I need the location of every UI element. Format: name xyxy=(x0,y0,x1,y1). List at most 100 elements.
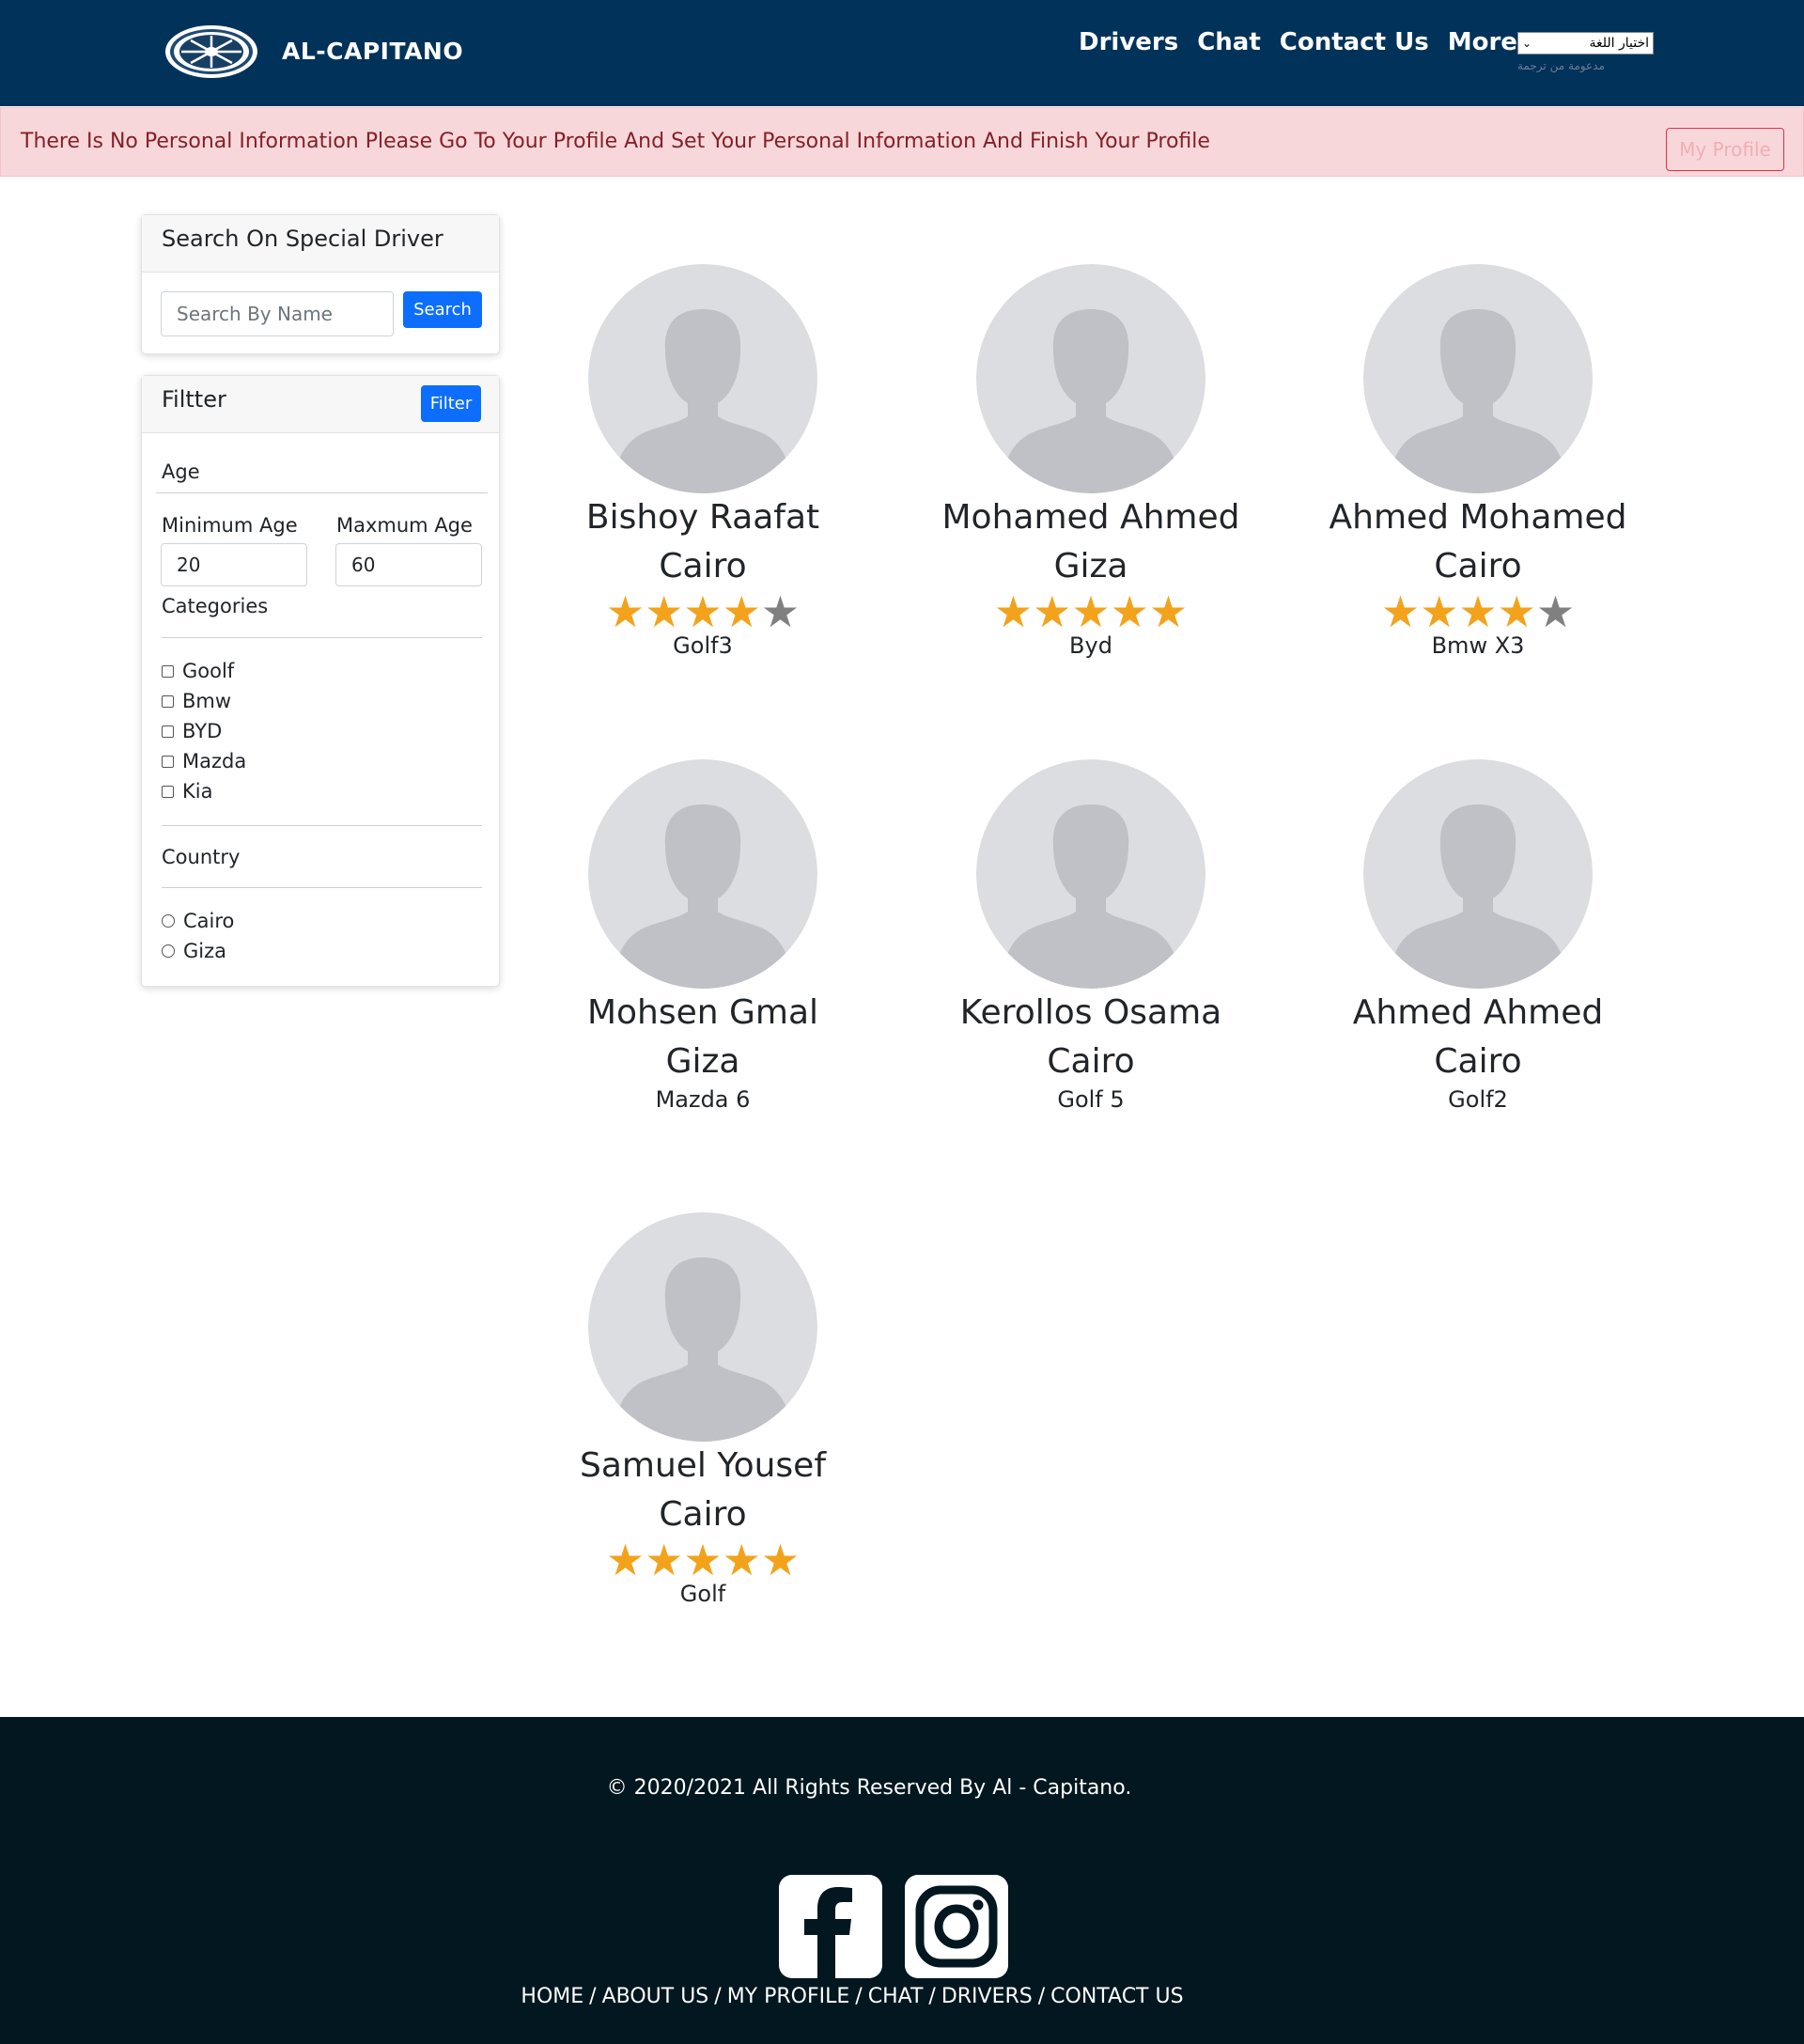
driver-name[interactable]: Mohsen Gmal xyxy=(534,989,872,1038)
radio[interactable] xyxy=(162,914,175,928)
driver-name[interactable]: Ahmed Mohamed xyxy=(1309,493,1647,542)
driver-card[interactable]: Samuel Yousef Cairo ★ ★ ★ ★ ★ Golf xyxy=(534,1212,872,1607)
brand-name[interactable]: AL-CAPITANO xyxy=(282,38,463,65)
driver-car: Bmw X3 xyxy=(1431,632,1525,659)
min-age-label: Minimum Age xyxy=(162,514,298,537)
facebook-icon[interactable] xyxy=(779,1875,882,1978)
country-cairo[interactable]: Cairo xyxy=(162,910,234,932)
driver-card[interactable]: Ahmed Ahmed Cairo Golf2 xyxy=(1309,759,1647,1113)
age-heading: Age xyxy=(162,460,200,483)
checkbox[interactable] xyxy=(162,725,174,738)
driver-city: Cairo xyxy=(659,547,747,585)
star-filled-icon: ★ xyxy=(1420,586,1459,637)
driver-city: Cairo xyxy=(659,1495,747,1534)
driver-card[interactable]: Kerollos Osama Cairo Golf 5 xyxy=(922,759,1260,1113)
language-powered-by: مدعومة من ترجمة xyxy=(1517,59,1605,72)
driver-name[interactable]: Bishoy Raafat xyxy=(534,493,872,542)
profile-alert: There Is No Personal Information Please … xyxy=(0,107,1804,177)
category-byd[interactable]: BYD xyxy=(162,720,222,742)
driver-card[interactable]: Mohamed Ahmed Giza ★ ★ ★ ★ ★ Byd xyxy=(922,264,1260,659)
filter-card: Filtter Filter Age Minimum Age Maxmum Ag… xyxy=(141,375,500,987)
avatar-placeholder-icon[interactable] xyxy=(588,759,817,989)
star-filled-icon: ★ xyxy=(1380,586,1421,637)
footer-link-drivers[interactable]: DRIVERS xyxy=(941,1985,1033,2008)
brand-logo-icon[interactable] xyxy=(163,23,259,80)
avatar-placeholder-icon[interactable] xyxy=(588,264,817,493)
driver-city: Cairo xyxy=(1434,1042,1522,1081)
navbar: AL-CAPITANO Drivers Chat Contact Us More… xyxy=(0,0,1804,106)
driver-name[interactable]: Ahmed Ahmed xyxy=(1309,989,1647,1038)
search-input[interactable] xyxy=(161,291,394,336)
footer-link-my-profile[interactable]: MY PROFILE xyxy=(727,1985,850,2008)
instagram-icon[interactable] xyxy=(905,1875,1008,1978)
category-kia[interactable]: Kia xyxy=(162,780,212,803)
star-filled-icon: ★ xyxy=(683,1535,723,1585)
search-button[interactable]: Search xyxy=(403,291,482,328)
separator: / xyxy=(714,1985,722,2008)
star-filled-icon: ★ xyxy=(645,586,684,637)
category-label: BYD xyxy=(182,720,223,742)
driver-name[interactable]: Kerollos Osama xyxy=(922,989,1260,1038)
driver-card[interactable]: Bishoy Raafat Cairo ★ ★ ★ ★ ★ Golf3 xyxy=(534,264,872,659)
driver-card[interactable]: Mohsen Gmal Giza Mazda 6 xyxy=(534,759,872,1113)
language-select[interactable]: اختيار اللغة ⌄ xyxy=(1517,32,1654,55)
driver-city: Giza xyxy=(665,1042,740,1081)
star-filled-icon: ★ xyxy=(1497,586,1536,637)
footer-link-contact[interactable]: CONTACT US xyxy=(1050,1985,1183,2008)
nav-drivers[interactable]: Drivers xyxy=(1079,28,1178,56)
footer-link-home[interactable]: HOME xyxy=(521,1985,583,2008)
alert-message: There Is No Personal Information Please … xyxy=(21,130,1210,153)
driver-rating: ★ ★ ★ ★ ★ xyxy=(922,586,1260,637)
country-divider xyxy=(162,887,482,888)
driver-name[interactable]: Mohamed Ahmed xyxy=(922,493,1260,542)
radio[interactable] xyxy=(162,944,175,958)
star-filled-icon: ★ xyxy=(722,586,761,637)
category-label: Goolf xyxy=(182,660,235,682)
separator: / xyxy=(928,1985,936,2008)
categories-divider xyxy=(162,637,482,638)
footer-link-about[interactable]: ABOUT US xyxy=(602,1985,709,2008)
max-age-label: Maxmum Age xyxy=(336,514,473,537)
category-bmw[interactable]: Bmw xyxy=(162,690,231,712)
star-empty-icon: ★ xyxy=(1535,586,1576,637)
checkbox[interactable] xyxy=(162,785,174,798)
separator: / xyxy=(1037,1985,1046,2008)
my-profile-button[interactable]: My Profile xyxy=(1666,128,1784,171)
category-label: Mazda xyxy=(182,750,247,772)
footer-links: HOME / ABOUT US / MY PROFILE / CHAT / DRIVERS / CO… xyxy=(0,1985,1704,2008)
nav-chat[interactable]: Chat xyxy=(1197,28,1261,56)
country-label: Giza xyxy=(183,940,226,962)
avatar-placeholder-icon[interactable] xyxy=(588,1212,817,1442)
star-empty-icon: ★ xyxy=(760,586,801,637)
driver-car: Mazda 6 xyxy=(655,1086,751,1113)
category-mazda[interactable]: Mazda xyxy=(162,750,246,772)
footer-link-chat[interactable]: CHAT xyxy=(868,1985,924,2008)
filter-card-title: Filtter xyxy=(162,386,226,413)
checkbox[interactable] xyxy=(162,694,174,708)
star-filled-icon: ★ xyxy=(1110,586,1149,637)
categories-bottom-divider xyxy=(162,825,482,826)
filter-button[interactable]: Filter xyxy=(421,385,481,422)
driver-city: Giza xyxy=(1053,547,1128,585)
avatar-placeholder-icon[interactable] xyxy=(1363,264,1593,493)
category-goolf[interactable]: Goolf xyxy=(162,660,234,682)
avatar-placeholder-icon[interactable] xyxy=(976,264,1205,493)
driver-rating: ★ ★ ★ ★ ★ xyxy=(534,586,872,637)
checkbox[interactable] xyxy=(162,755,174,768)
max-age-input[interactable] xyxy=(335,543,482,586)
driver-city: Cairo xyxy=(1047,1042,1135,1081)
star-filled-icon: ★ xyxy=(1458,586,1498,637)
category-label: Kia xyxy=(182,780,213,803)
driver-rating: ★ ★ ★ ★ ★ xyxy=(534,1535,872,1585)
driver-card[interactable]: Ahmed Mohamed Cairo ★ ★ ★ ★ ★ Bmw X3 xyxy=(1309,264,1647,659)
checkbox[interactable] xyxy=(162,664,174,678)
search-card: Search On Special Driver Search xyxy=(141,214,500,354)
min-age-input[interactable] xyxy=(161,543,307,586)
driver-name[interactable]: Samuel Yousef xyxy=(534,1442,872,1490)
country-giza[interactable]: Giza xyxy=(162,940,226,962)
avatar-placeholder-icon[interactable] xyxy=(1363,759,1593,989)
chevron-down-icon: ⌄ xyxy=(1522,37,1532,50)
driver-car: Golf3 xyxy=(673,632,733,659)
nav-contact[interactable]: Contact Us xyxy=(1280,28,1429,56)
avatar-placeholder-icon[interactable] xyxy=(976,759,1205,989)
